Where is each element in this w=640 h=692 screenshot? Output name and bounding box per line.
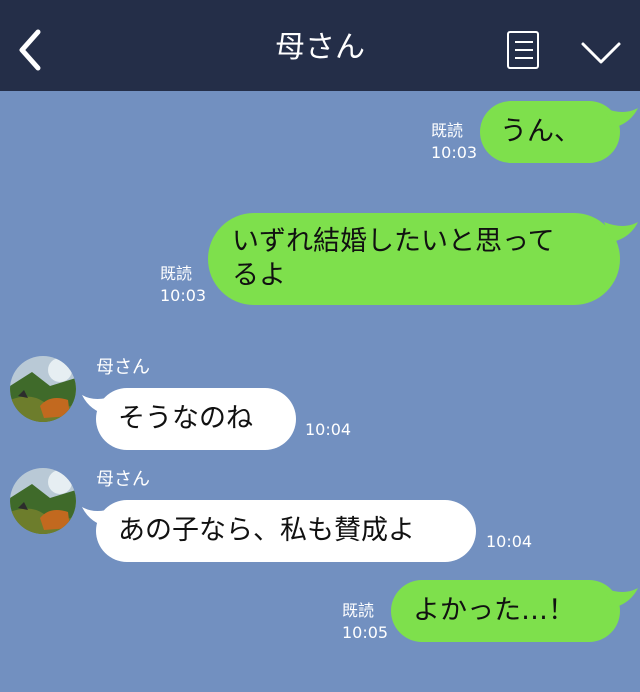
message-bubble-received[interactable]: あの子なら、私も賛成よ: [96, 500, 476, 562]
chevron-down-icon[interactable]: [579, 38, 623, 68]
read-receipt: 既読 10:03: [431, 121, 478, 162]
avatar[interactable]: [10, 356, 76, 422]
read-receipt: 既読 10:03: [160, 264, 207, 305]
read-receipt: 既読 10:05: [342, 601, 389, 642]
sender-name: 母さん: [96, 469, 150, 490]
message-bubble-sent[interactable]: よかった…！: [391, 580, 620, 642]
bubble-tail: [604, 588, 638, 608]
chat-title: 母さん: [275, 30, 365, 65]
message-bubble-received[interactable]: そうなのね: [96, 388, 296, 450]
bubble-tail: [604, 222, 638, 242]
sender-name: 母さん: [96, 357, 150, 378]
message-bubble-sent[interactable]: うん、: [480, 101, 620, 163]
message-bubble-sent[interactable]: いずれ結婚したいと思って るよ: [208, 213, 620, 305]
menu-list-icon[interactable]: [507, 31, 539, 69]
bubble-tail: [604, 108, 638, 128]
timestamp: 10:04: [305, 420, 352, 439]
avatar[interactable]: [10, 468, 76, 534]
timestamp: 10:04: [486, 532, 533, 551]
chat-header: 母さん: [0, 0, 640, 91]
